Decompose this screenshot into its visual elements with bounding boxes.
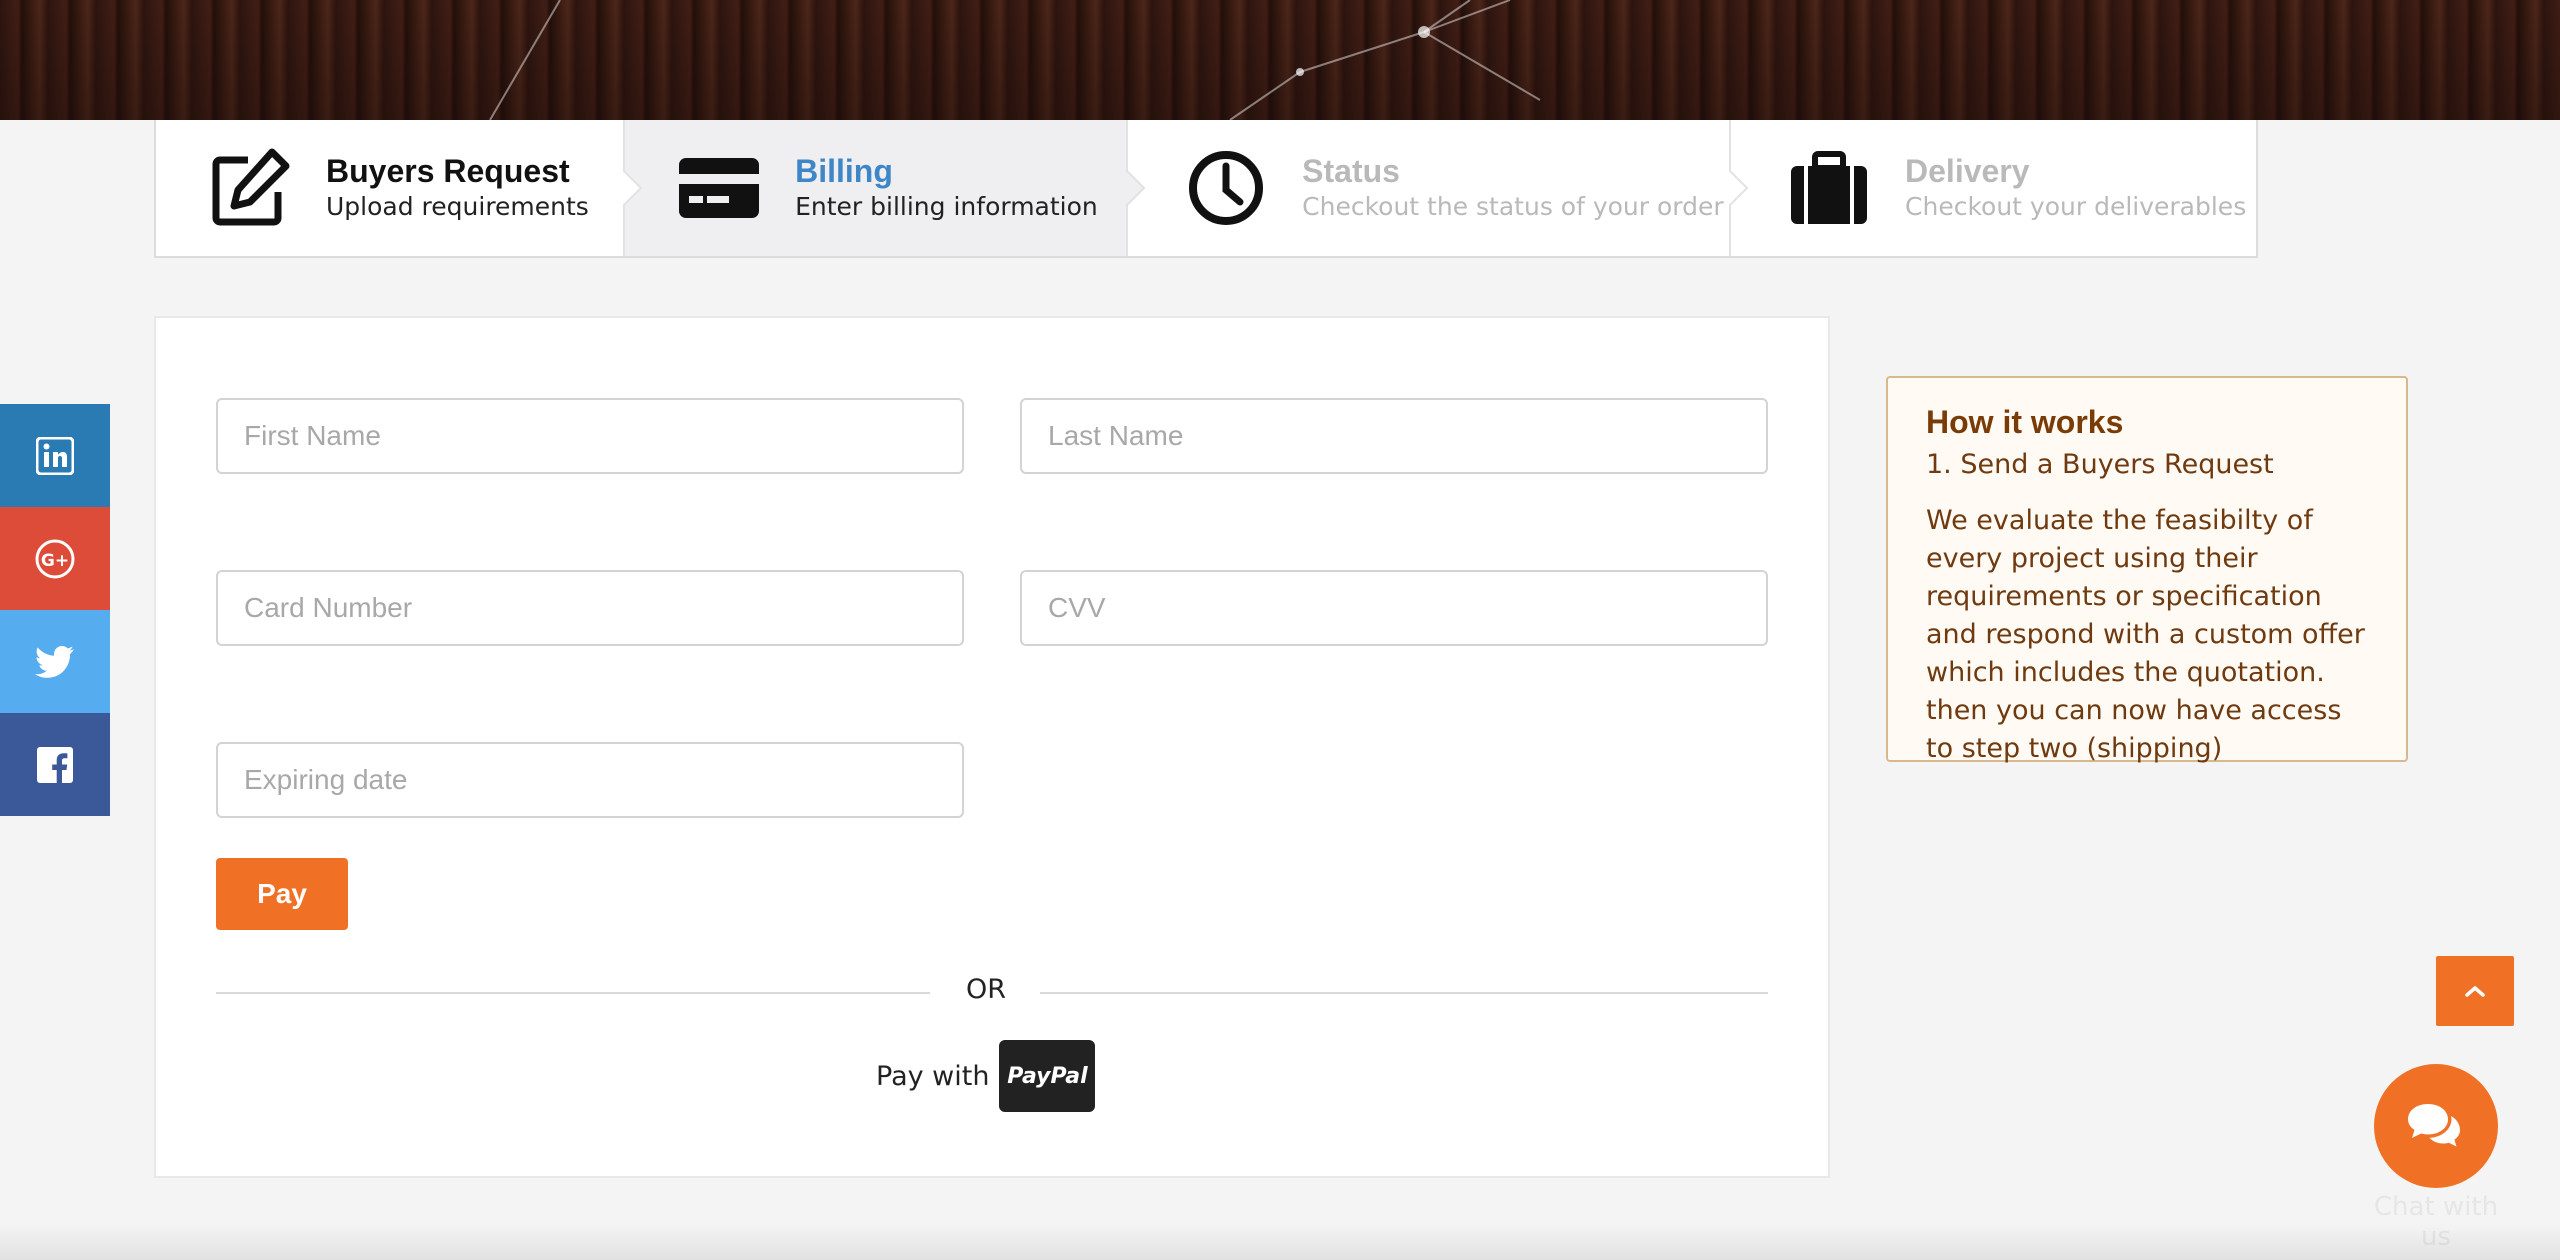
step-subtitle: Enter billing information xyxy=(795,192,1098,221)
step-subtitle: Upload requirements xyxy=(326,192,589,221)
chevron-up-icon xyxy=(2465,986,2485,997)
pay-button[interactable]: Pay xyxy=(216,858,348,930)
social-share-bar: G+ xyxy=(0,404,110,816)
facebook-icon xyxy=(37,746,73,784)
linkedin-share-button[interactable] xyxy=(0,404,110,507)
google-plus-icon: G+ xyxy=(35,539,75,578)
hero-banner xyxy=(0,0,2560,120)
billing-form-card: Pay OR Pay with PayPal xyxy=(154,316,1830,1178)
step-title: Billing xyxy=(795,153,893,189)
how-it-works-body: We evaluate the feasibilty of every proj… xyxy=(1926,505,2365,764)
card-number-field[interactable] xyxy=(216,570,964,646)
divider-right xyxy=(1040,992,1768,994)
edit-icon xyxy=(212,148,290,226)
step-subtitle: Checkout your deliverables xyxy=(1905,192,2247,221)
chat-bubbles-icon xyxy=(2408,1104,2460,1147)
cvv-field[interactable] xyxy=(1020,570,1768,646)
how-it-works-panel: How it works 1. Send a Buyers Request We… xyxy=(1886,376,2408,764)
step-title: Buyers Request xyxy=(326,153,570,189)
paypal-button[interactable]: PayPal xyxy=(999,1040,1096,1112)
step-subtitle: Checkout the status of your order xyxy=(1302,192,1724,221)
how-it-works-title: How it works xyxy=(1926,404,2124,440)
last-name-field[interactable] xyxy=(1020,398,1768,474)
svg-text:G+: G+ xyxy=(41,551,69,571)
twitter-icon xyxy=(35,645,74,678)
divider-left xyxy=(216,992,930,994)
step-title: Delivery xyxy=(1905,153,2030,189)
or-separator: OR xyxy=(965,974,1006,1005)
checkout-steps: Buyers Request Upload requirements Billi… xyxy=(154,120,2258,258)
back-to-top-button[interactable] xyxy=(2436,956,2514,1026)
step-status[interactable]: Status Checkout the status of your order xyxy=(1128,120,1749,256)
facebook-share-button[interactable] xyxy=(0,713,110,816)
page-bottom-shadow xyxy=(0,1224,2560,1260)
step-billing[interactable]: Billing Enter billing information xyxy=(625,120,1146,256)
first-name-field[interactable] xyxy=(216,398,964,474)
step-title: Status xyxy=(1302,153,1400,189)
linkedin-icon xyxy=(36,436,74,475)
step-buyers-request[interactable]: Buyers Request Upload requirements xyxy=(156,120,643,256)
pay-with-paypal: Pay with PayPal xyxy=(876,1040,1096,1112)
briefcase-icon xyxy=(1791,151,1868,224)
google-plus-share-button[interactable]: G+ xyxy=(0,507,110,610)
twitter-share-button[interactable] xyxy=(0,610,110,713)
pay-with-label: Pay with xyxy=(876,1060,990,1092)
credit-card-icon xyxy=(679,158,760,218)
expiring-date-field[interactable] xyxy=(216,742,964,818)
clock-icon xyxy=(1189,151,1264,225)
step-delivery[interactable]: Delivery Checkout your deliverables xyxy=(1731,120,2257,256)
how-it-works-step: 1. Send a Buyers Request xyxy=(1926,449,2274,480)
chat-button[interactable] xyxy=(2374,1064,2498,1188)
network-lines-decoration xyxy=(489,0,1541,120)
